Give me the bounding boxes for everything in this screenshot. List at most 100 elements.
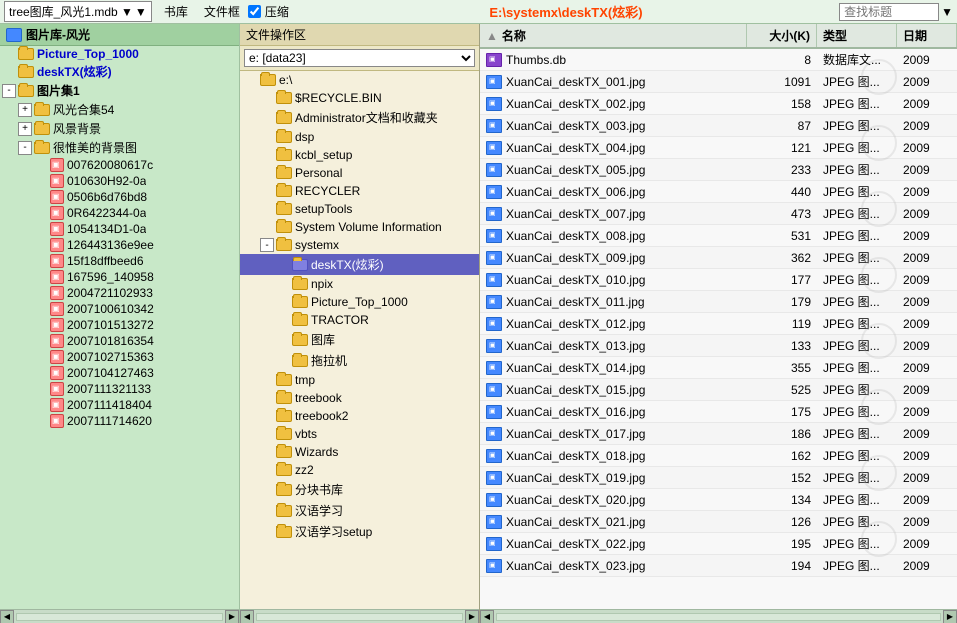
- file-row[interactable]: XuanCai_deskTX_001.jpg1091JPEG 图...2009: [480, 71, 957, 93]
- middle-tree-item-personal[interactable]: Personal: [240, 164, 479, 182]
- left-tree-item-pic_top[interactable]: Picture_Top_1000: [0, 46, 239, 62]
- tree-expander-jitu1[interactable]: -: [2, 84, 16, 98]
- left-tree-item-img16[interactable]: 2007111418404: [0, 397, 239, 413]
- tree-expander-mid-systemx[interactable]: -: [260, 238, 274, 252]
- tree-expander-guanghe54[interactable]: +: [18, 103, 32, 117]
- menu-library[interactable]: 书库: [156, 1, 196, 22]
- middle-tree-item-tmp[interactable]: tmp: [240, 371, 479, 389]
- file-row[interactable]: XuanCai_deskTX_014.jpg355JPEG 图...2009: [480, 357, 957, 379]
- left-tree-item-img8[interactable]: 167596_140958: [0, 269, 239, 285]
- file-row[interactable]: Thumbs.db8数据库文...2009: [480, 49, 957, 71]
- middle-tree-item-systemx[interactable]: -systemx: [240, 236, 479, 254]
- left-tree-item-guanghe54[interactable]: +风光合集54: [0, 100, 239, 119]
- file-row[interactable]: XuanCai_deskTX_013.jpg133JPEG 图...2009: [480, 335, 957, 357]
- left-tree-item-img10[interactable]: 2007100610342: [0, 301, 239, 317]
- tree-dropdown[interactable]: tree图库_风光1.mdb ▼ ▼: [4, 1, 152, 22]
- left-tree-item-img15[interactable]: 2007111321133: [0, 381, 239, 397]
- file-row[interactable]: XuanCai_deskTX_010.jpg177JPEG 图...2009: [480, 269, 957, 291]
- file-row[interactable]: XuanCai_deskTX_018.jpg162JPEG 图...2009: [480, 445, 957, 467]
- file-row[interactable]: XuanCai_deskTX_002.jpg158JPEG 图...2009: [480, 93, 957, 115]
- left-tree-item-img9[interactable]: 2004721102933: [0, 285, 239, 301]
- search-dropdown-icon[interactable]: ▼: [941, 5, 953, 19]
- file-row[interactable]: XuanCai_deskTX_012.jpg119JPEG 图...2009: [480, 313, 957, 335]
- file-row[interactable]: XuanCai_deskTX_016.jpg175JPEG 图...2009: [480, 401, 957, 423]
- file-row[interactable]: XuanCai_deskTX_015.jpg525JPEG 图...2009: [480, 379, 957, 401]
- left-tree-item-img3[interactable]: 0506b6d76bd8: [0, 189, 239, 205]
- middle-scroll-track[interactable]: [256, 613, 463, 621]
- middle-tree-item-desktx_f[interactable]: deskTX(炫彩): [240, 254, 479, 275]
- drive-select[interactable]: e: [data23]: [244, 49, 475, 67]
- middle-tree-item-admin[interactable]: Administrator文档和收藏夹: [240, 107, 479, 128]
- middle-tree-item-treebook2[interactable]: treebook2: [240, 407, 479, 425]
- col-header-type[interactable]: 类型: [817, 24, 897, 47]
- file-row[interactable]: XuanCai_deskTX_022.jpg195JPEG 图...2009: [480, 533, 957, 555]
- middle-hscroll[interactable]: ◀ ▶: [240, 609, 479, 623]
- left-tree-item-img2[interactable]: 010630H92-0a: [0, 173, 239, 189]
- left-tree-item-img12[interactable]: 2007101816354: [0, 333, 239, 349]
- file-row[interactable]: XuanCai_deskTX_023.jpg194JPEG 图...2009: [480, 555, 957, 577]
- left-scroll-track[interactable]: [16, 613, 223, 621]
- middle-tree-item-fenkuai[interactable]: 分块书库: [240, 479, 479, 500]
- middle-tree-item-pic_top_f[interactable]: Picture_Top_1000: [240, 293, 479, 311]
- file-row[interactable]: XuanCai_deskTX_004.jpg121JPEG 图...2009: [480, 137, 957, 159]
- file-row[interactable]: XuanCai_deskTX_019.jpg152JPEG 图...2009: [480, 467, 957, 489]
- file-row[interactable]: XuanCai_deskTX_021.jpg126JPEG 图...2009: [480, 511, 957, 533]
- middle-tree-item-vbts[interactable]: vbts: [240, 425, 479, 443]
- left-tree-item-img11[interactable]: 2007101513272: [0, 317, 239, 333]
- compress-checkbox[interactable]: [248, 5, 261, 18]
- middle-tree-item-recycler[interactable]: RECYCLER: [240, 182, 479, 200]
- left-scroll-left[interactable]: ◀: [0, 610, 14, 623]
- file-row[interactable]: XuanCai_deskTX_007.jpg473JPEG 图...2009: [480, 203, 957, 225]
- left-tree-item-jitu1[interactable]: -图片集1: [0, 81, 239, 100]
- middle-tree-item-npix[interactable]: npix: [240, 275, 479, 293]
- middle-tree-item-tractor[interactable]: TRACTOR: [240, 311, 479, 329]
- right-scroll-right[interactable]: ▶: [943, 610, 957, 623]
- left-tree-item-img14[interactable]: 2007104127463: [0, 365, 239, 381]
- menu-filebox[interactable]: 文件框: [196, 1, 248, 22]
- left-tree-item-img5[interactable]: 1054134D1-0a: [0, 221, 239, 237]
- left-tree-item-img7[interactable]: 15f18dffbeed6: [0, 253, 239, 269]
- right-hscroll[interactable]: ◀ ▶: [480, 609, 957, 623]
- compress-option[interactable]: 压缩: [248, 3, 289, 20]
- middle-tree-item-root_e[interactable]: e:\: [240, 71, 479, 89]
- middle-tree-item-wizards[interactable]: Wizards: [240, 443, 479, 461]
- file-row[interactable]: XuanCai_deskTX_011.jpg179JPEG 图...2009: [480, 291, 957, 313]
- file-row[interactable]: XuanCai_deskTX_020.jpg134JPEG 图...2009: [480, 489, 957, 511]
- file-row[interactable]: XuanCai_deskTX_006.jpg440JPEG 图...2009: [480, 181, 957, 203]
- file-row[interactable]: XuanCai_deskTX_005.jpg233JPEG 图...2009: [480, 159, 957, 181]
- right-scroll-track[interactable]: [496, 613, 941, 621]
- col-header-date[interactable]: 日期: [897, 24, 957, 47]
- file-row[interactable]: XuanCai_deskTX_009.jpg362JPEG 图...2009: [480, 247, 957, 269]
- tree-expander-fengbg[interactable]: +: [18, 122, 32, 136]
- file-row[interactable]: XuanCai_deskTX_017.jpg186JPEG 图...2009: [480, 423, 957, 445]
- middle-tree-item-recycle[interactable]: $RECYCLE.BIN: [240, 89, 479, 107]
- left-tree-item-fengbg[interactable]: +风景背景: [0, 119, 239, 138]
- middle-tree-item-kcbl[interactable]: kcbl_setup: [240, 146, 479, 164]
- left-tree-item-henmei[interactable]: -很惟美的背景图: [0, 138, 239, 157]
- middle-tree-item-tuku[interactable]: 图库: [240, 329, 479, 350]
- middle-tree-item-dsp[interactable]: dsp: [240, 128, 479, 146]
- left-tree-item-desktx[interactable]: deskTX(炫彩): [0, 62, 239, 81]
- middle-tree-item-tulaji[interactable]: 拖拉机: [240, 350, 479, 371]
- left-tree-item-img6[interactable]: 126443136e9ee: [0, 237, 239, 253]
- tree-expander-henmei[interactable]: -: [18, 141, 32, 155]
- left-tree-item-img1[interactable]: 007620080617c: [0, 157, 239, 173]
- search-input[interactable]: [839, 3, 939, 21]
- middle-tree-item-hanyu[interactable]: 汉语学习: [240, 500, 479, 521]
- left-scroll-right[interactable]: ▶: [225, 610, 239, 623]
- left-tree-item-img4[interactable]: 0R6422344-0a: [0, 205, 239, 221]
- right-scroll-left[interactable]: ◀: [480, 610, 494, 623]
- middle-tree-item-treebook[interactable]: treebook: [240, 389, 479, 407]
- left-tree-item-img13[interactable]: 2007102715363: [0, 349, 239, 365]
- middle-tree-item-hanyusetup[interactable]: 汉语学习setup: [240, 521, 479, 542]
- middle-scroll-right[interactable]: ▶: [465, 610, 479, 623]
- middle-tree-item-zz2[interactable]: zz2: [240, 461, 479, 479]
- file-row[interactable]: XuanCai_deskTX_008.jpg531JPEG 图...2009: [480, 225, 957, 247]
- middle-scroll-left[interactable]: ◀: [240, 610, 254, 623]
- file-row[interactable]: XuanCai_deskTX_003.jpg87JPEG 图...2009: [480, 115, 957, 137]
- left-tree-item-img17[interactable]: 2007111714620: [0, 413, 239, 429]
- middle-tree-item-setup[interactable]: setupTools: [240, 200, 479, 218]
- left-hscroll[interactable]: ◀ ▶: [0, 609, 239, 623]
- col-header-size[interactable]: 大小(K): [747, 24, 817, 47]
- col-header-name[interactable]: ▲ 名称: [480, 24, 747, 47]
